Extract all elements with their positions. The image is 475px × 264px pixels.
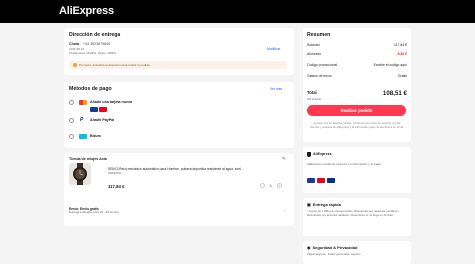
payment-option-bizum[interactable]: Bizum (69, 133, 219, 140)
trust-logos (307, 178, 347, 183)
product-variant[interactable]: SRPE75J1 (108, 171, 122, 176)
visa-icon (307, 178, 315, 183)
top-bar: AliExpress (0, 0, 475, 23)
fast-delivery-header: ▣ Entrega rápida (307, 202, 341, 207)
protection-brand: AliExpress (313, 152, 332, 157)
payment-label: Añadir una tarjeta nueva (90, 100, 132, 104)
delivery-estimate: Entrega estimada entre 26 - 29 de Nov. (69, 210, 120, 214)
mastercard-icon (317, 178, 325, 183)
quantity-stepper[interactable]: − 1 + (260, 183, 282, 188)
payment-option-new-card[interactable]: Añadir una tarjeta nueva (69, 99, 219, 106)
protection-header: AliExpress (307, 152, 332, 157)
shipping-card: Dirección de entrega Chola +34 392387984… (64, 28, 294, 75)
store-name[interactable]: Tienda de relojes Asia (69, 157, 107, 162)
payment-label: Añadir PayPal (90, 118, 115, 122)
edit-icon[interactable]: ✎ (282, 156, 286, 162)
modify-address-link[interactable]: Modificar (267, 47, 280, 51)
chevron-right-icon[interactable]: › (284, 208, 286, 213)
fast-delivery-text: • Cupón de 1,00€ por entrega tardía • Re… (307, 209, 399, 217)
vat-note: IVA incluido (307, 97, 322, 101)
protection-card: AliExpress AliExpress mantiene seguros t… (303, 147, 411, 193)
protection-text: AliExpress mantiene seguros tu informaci… (307, 162, 381, 166)
bizum-icon (79, 134, 87, 139)
radio-button[interactable] (69, 118, 74, 123)
summary-card: Resumen Subtotal 117,84 € Ahorrado -9,33… (303, 28, 411, 142)
product-title[interactable]: SEIKO-Reloj mecánico automático para Hom… (108, 167, 290, 171)
see-all-payments-link[interactable]: Ver más (270, 87, 282, 91)
product-image[interactable] (69, 163, 91, 185)
summary-total: Total 108,51 € (307, 90, 407, 97)
aliexpress-logo[interactable]: AliExpress (59, 5, 114, 17)
terms-note[interactable]: Al hacer clic en Realizar pedido, confir… (309, 122, 405, 129)
lock-icon: ◉ (307, 245, 311, 250)
place-order-button[interactable]: Realizar pedido (307, 105, 406, 116)
summary-row-saved[interactable]: Ahorrado -9,33 € (307, 52, 407, 56)
credit-card-icon (79, 100, 87, 105)
security-header: ◉ Seguridad & Privacidad (307, 245, 358, 250)
fast-delivery-card: ▣ Entrega rápida • Cupón de 1,00€ por en… (303, 198, 411, 236)
address-line: Chapimeria, Madrid, Spain, 28001 (69, 51, 116, 55)
shield-icon (307, 152, 311, 157)
summary-title: Resumen (307, 32, 331, 38)
paypal-icon: P (80, 117, 84, 123)
recipient-phone: +34 3923879845 (82, 42, 111, 46)
truck-icon: ▣ (307, 202, 311, 207)
payment-card: Métodos de pago Ver más Añadir una tarje… (64, 82, 294, 148)
shipping-title: Dirección de entrega (69, 32, 121, 38)
watch-icon (73, 163, 87, 185)
payment-label: Bizum (90, 134, 101, 138)
product-price: 117,84 € (108, 184, 125, 189)
summary-row-shipping: Gastos de envío Gratis (307, 74, 407, 78)
security-text: Pagos seguros · Datos personales seguros (307, 252, 361, 256)
promo-code-field[interactable]: Código promocional Escribe el código aqu… (307, 63, 407, 67)
payment-option-paypal[interactable]: P Añadir PayPal (69, 117, 219, 124)
increase-qty-button[interactable]: + (276, 183, 282, 188)
paypal-icon (327, 178, 335, 183)
payment-title: Métodos de pago (69, 86, 112, 92)
mastercard-icon (99, 107, 107, 112)
qty-value: 1 (270, 183, 272, 188)
store-card: Tienda de relojes Asia ✎ SEIKO-Reloj mec… (64, 153, 294, 226)
visa-icon (90, 107, 98, 112)
address-warning: Por favor, actualiza la dirección para r… (69, 61, 286, 69)
decrease-qty-button[interactable]: − (260, 183, 265, 188)
radio-button[interactable] (69, 100, 74, 105)
security-card: ◉ Seguridad & Privacidad Pagos seguros ·… (303, 241, 411, 264)
summary-row-subtotal: Subtotal 117,84 € (307, 43, 407, 47)
radio-button[interactable] (69, 134, 74, 139)
warning-icon (73, 63, 77, 67)
credit-card-brand-logos (90, 107, 130, 112)
